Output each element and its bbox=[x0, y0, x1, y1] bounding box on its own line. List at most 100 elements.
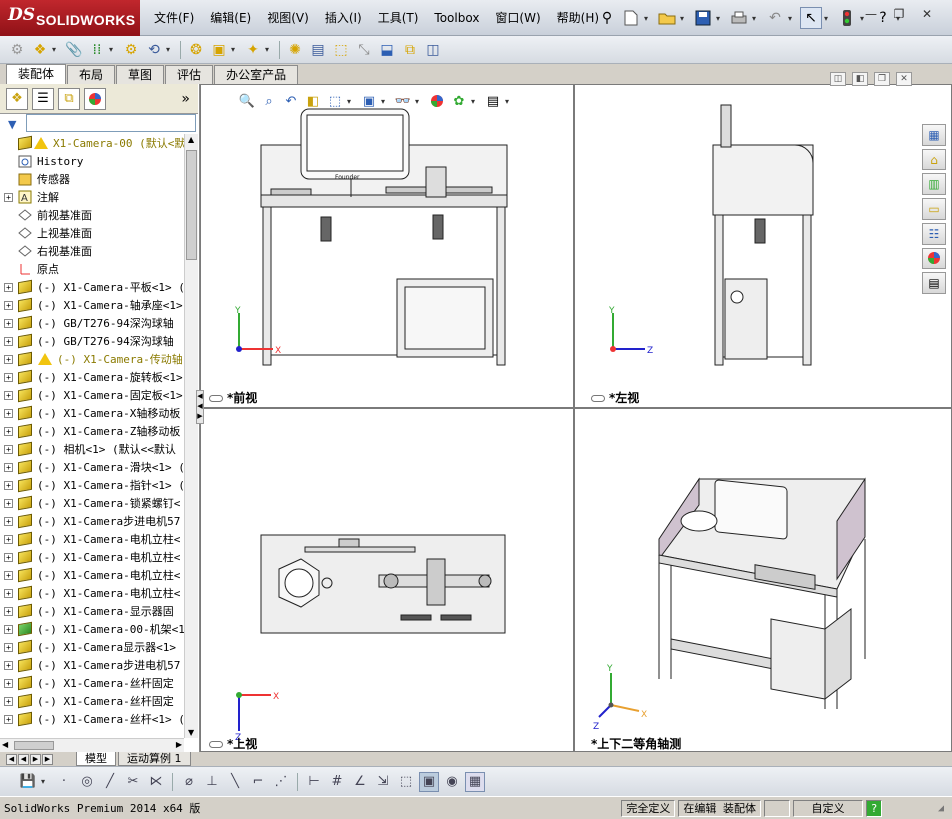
expand-plus-icon[interactable]: + bbox=[4, 678, 13, 688]
status-grip-icon[interactable]: ◢ bbox=[938, 803, 952, 814]
mirror-icon[interactable]: ⋉ bbox=[146, 772, 166, 792]
expand-plus-icon[interactable]: + bbox=[4, 534, 13, 544]
print-icon[interactable] bbox=[728, 7, 750, 29]
tree-item[interactable]: 前视基准面 bbox=[0, 206, 184, 224]
status-help-icon[interactable]: ? bbox=[866, 799, 882, 817]
configuration-manager-tab-icon[interactable]: ⧉ bbox=[58, 87, 80, 110]
move-component-icon[interactable]: ⟲ bbox=[143, 39, 165, 61]
expand-plus-icon[interactable]: + bbox=[4, 498, 13, 508]
feature-tree-tab-icon[interactable]: ❖ bbox=[6, 87, 28, 110]
viewport-isometric[interactable]: Y X Z *上下二等角轴测 bbox=[574, 408, 952, 752]
expand-plus-icon[interactable]: + bbox=[4, 660, 13, 670]
solidworks-resources-icon[interactable]: ▦ bbox=[922, 124, 946, 146]
expand-plus-icon[interactable]: + bbox=[4, 462, 13, 472]
insert-dropdown-icon[interactable]: ▾ bbox=[52, 45, 62, 54]
viewport-top[interactable]: X Z *上视 bbox=[200, 408, 574, 752]
offset-icon[interactable]: ⋰ bbox=[271, 772, 291, 792]
restore-icon[interactable]: ❐ bbox=[888, 4, 910, 24]
tree-item[interactable]: + (-) X1-Camera-显示器固 bbox=[0, 602, 184, 620]
tree-item[interactable]: + (-) X1-Camera-00-机架<1 bbox=[0, 620, 184, 638]
move-dropdown-icon[interactable]: ▾ bbox=[166, 45, 176, 54]
tree-item[interactable]: History bbox=[0, 152, 184, 170]
save-dropdown-icon[interactable]: ▾ bbox=[716, 14, 726, 23]
tab-sketch[interactable]: 草图 bbox=[116, 65, 165, 84]
menu-window[interactable]: 窗口(W) bbox=[487, 0, 548, 36]
save-small-dropdown-icon[interactable]: ▾ bbox=[41, 777, 51, 786]
scroll-left-icon[interactable]: ◀ bbox=[2, 740, 8, 749]
tree-item[interactable]: + (-) X1-Camera步进电机57 bbox=[0, 512, 184, 530]
insert-component-icon[interactable]: ❖ bbox=[29, 39, 51, 61]
tab-office-products[interactable]: 办公室产品 bbox=[214, 65, 299, 84]
expand-plus-icon[interactable]: + bbox=[4, 444, 13, 454]
tree-item[interactable]: + (-) X1-Camera-电机立柱< bbox=[0, 530, 184, 548]
solidworks-logo[interactable]: DS SOLIDWORKS bbox=[0, 0, 140, 36]
new-dropdown-icon[interactable]: ▾ bbox=[644, 14, 654, 23]
menu-file[interactable]: 文件(F) bbox=[146, 0, 202, 36]
expand-plus-icon[interactable]: + bbox=[4, 282, 13, 292]
scroll-thumb[interactable] bbox=[186, 150, 197, 260]
scroll-up-icon[interactable]: ▲ bbox=[188, 135, 194, 144]
scroll-down-icon[interactable]: ▼ bbox=[188, 728, 194, 737]
property-manager-tab-icon[interactable]: ☰ bbox=[32, 87, 54, 110]
instant3d-icon[interactable]: ⧉ bbox=[399, 39, 421, 61]
expand-plus-icon[interactable]: + bbox=[4, 516, 13, 526]
tree-item[interactable]: + (-) X1-Camera-固定板<1> bbox=[0, 386, 184, 404]
tree-item[interactable]: + (-) X1-Camera-丝杆固定 bbox=[0, 674, 184, 692]
print-dropdown-icon[interactable]: ▾ bbox=[752, 14, 762, 23]
assembly-features-icon[interactable]: ▣ bbox=[208, 39, 230, 61]
viewport-close-icon[interactable]: ✕ bbox=[896, 72, 912, 86]
table-icon[interactable]: ▦ bbox=[465, 771, 485, 792]
tree-item[interactable]: + (-) X1-Camera-旋转板<1> bbox=[0, 368, 184, 386]
expand-plus-icon[interactable]: + bbox=[4, 642, 13, 652]
viewport-left[interactable]: Y Z *左视 bbox=[574, 84, 952, 408]
tree-item[interactable]: + (-) GB/T276-94深沟球轴 bbox=[0, 314, 184, 332]
tab-model[interactable]: 模型 bbox=[76, 752, 116, 766]
home-icon[interactable]: ⌂ bbox=[922, 148, 946, 171]
viewport-front[interactable]: 🔍 ⌕ ↶ ◧ ⬚ ▾ ▣ ▾ 👓 ▾ ✿ ▾ ▤ ▾ Founder Y X … bbox=[200, 84, 574, 408]
tree-item[interactable]: + (-) 相机<1> (默认<<默认 bbox=[0, 440, 184, 458]
tree-item[interactable]: + (-) X1-Camera显示器<1> bbox=[0, 638, 184, 656]
open-folder-icon[interactable] bbox=[656, 7, 678, 29]
tree-item[interactable]: + (-) X1-Camera-指针<1> ( bbox=[0, 476, 184, 494]
menu-view[interactable]: 视图(V) bbox=[259, 0, 317, 36]
view-palette-icon[interactable]: ☷ bbox=[922, 222, 946, 245]
expand-plus-icon[interactable]: + bbox=[4, 606, 13, 616]
tree-item[interactable]: + (-) GB/T276-94深沟球轴 bbox=[0, 332, 184, 350]
expand-plus-icon[interactable]: + bbox=[4, 696, 13, 706]
expand-plus-icon[interactable]: + bbox=[4, 390, 13, 400]
expand-plus-icon[interactable]: + bbox=[4, 426, 13, 436]
hscroll-thumb[interactable] bbox=[14, 741, 54, 750]
custom-properties-icon[interactable]: ▤ bbox=[922, 272, 946, 295]
tree-item[interactable]: + (-) X1-Camera-电机立柱< bbox=[0, 566, 184, 584]
rebuild-traffic-light-icon[interactable] bbox=[836, 7, 858, 29]
tree-item[interactable]: + (-) X1-Camera-电机立柱< bbox=[0, 548, 184, 566]
mate-icon[interactable]: 📎 bbox=[63, 39, 85, 61]
design-library-icon[interactable]: ▥ bbox=[922, 173, 946, 196]
tree-item[interactable]: + (-) X1-Camera-传动轴 bbox=[0, 350, 184, 368]
pin-icon[interactable]: ⚲ bbox=[596, 7, 618, 29]
menu-tools[interactable]: 工具(T) bbox=[370, 0, 427, 36]
relations-icon[interactable]: ⊥ bbox=[202, 772, 222, 792]
file-explorer-icon[interactable]: ▭ bbox=[922, 198, 946, 220]
interference-detection-icon[interactable]: ⬓ bbox=[376, 39, 398, 61]
expand-plus-icon[interactable]: + bbox=[4, 336, 13, 346]
expand-plus-icon[interactable]: + bbox=[4, 624, 13, 634]
expand-plus-icon[interactable]: + bbox=[4, 192, 13, 202]
tab-layout[interactable]: 布局 bbox=[67, 65, 116, 84]
new-motion-study-icon[interactable]: ✺ bbox=[284, 39, 306, 61]
undo-icon[interactable]: ↶ bbox=[764, 7, 786, 29]
expand-plus-icon[interactable]: + bbox=[4, 354, 13, 364]
wireframe-box-icon[interactable]: ⬚ bbox=[396, 772, 416, 792]
new-document-icon[interactable] bbox=[620, 7, 642, 29]
sensor-small-icon[interactable]: ◉ bbox=[442, 772, 462, 792]
point-icon[interactable]: · bbox=[54, 772, 74, 792]
filter-funnel-icon[interactable]: ▼ bbox=[8, 118, 16, 131]
appearances-scenes-icon[interactable] bbox=[922, 247, 946, 270]
tab-motion-study-1[interactable]: 运动算例 1 bbox=[118, 752, 191, 766]
reference-dropdown-icon[interactable]: ▾ bbox=[265, 45, 275, 54]
tree-item[interactable]: + (-) X1-Camera步进电机57 bbox=[0, 656, 184, 674]
tree-item[interactable]: + (-) X1-Camera-X轴移动板 bbox=[0, 404, 184, 422]
close-icon[interactable]: ✕ bbox=[916, 4, 938, 24]
shaded-box-icon[interactable]: ▣ bbox=[419, 771, 439, 792]
line-icon[interactable]: ╱ bbox=[100, 772, 120, 792]
